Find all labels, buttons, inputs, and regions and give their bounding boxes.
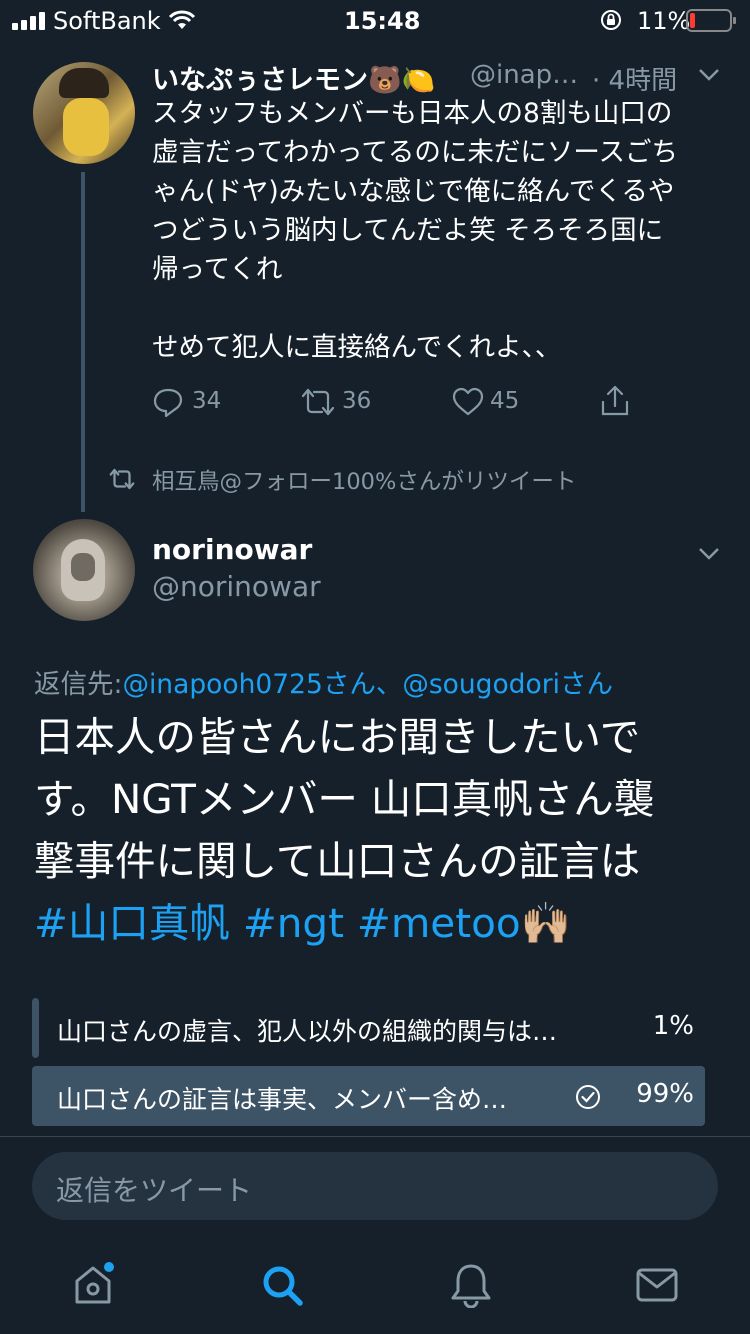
- retweet-icon[interactable]: [300, 386, 336, 418]
- hashtag-link[interactable]: #metoo: [357, 899, 521, 947]
- like-count: 45: [490, 388, 520, 414]
- retweet-count: 36: [342, 388, 372, 414]
- poll-option-percent: 99%: [636, 1079, 694, 1109]
- hashtag-line: #山口真帆 #ngt #metoo🙌🏼: [34, 892, 734, 954]
- thread-line: [81, 172, 85, 512]
- parent-tweet[interactable]: いなぷぅさレモン🐻🍋 @inap… · 4時間 スタッフもメンバーも日本人の8割…: [0, 44, 750, 514]
- hashtag-link[interactable]: #山口真帆: [34, 899, 230, 947]
- clock: 15:48: [344, 7, 421, 35]
- battery-icon: [686, 9, 736, 32]
- wifi-icon: [168, 10, 196, 29]
- hashtag-link[interactable]: #ngt: [243, 899, 344, 947]
- avatar[interactable]: [33, 519, 135, 621]
- display-name[interactable]: norinowar: [152, 533, 312, 566]
- tab-bar: [0, 1240, 750, 1334]
- handle[interactable]: @inap…: [470, 60, 578, 90]
- reply-to-user[interactable]: @inapooh0725さん、: [122, 669, 402, 700]
- tweet-actions: 34 36 45: [152, 384, 732, 424]
- main-text-line: 撃事件に関して山口さんの証言は: [34, 837, 641, 885]
- reply-to-label: 返信先:: [34, 669, 123, 700]
- chevron-down-icon[interactable]: [698, 547, 720, 561]
- reply-placeholder: 返信をツイート: [56, 1174, 253, 1207]
- notifications-icon[interactable]: [449, 1262, 493, 1308]
- reply-icon[interactable]: [152, 386, 184, 418]
- main-text-line: す。NGTメンバー 山口真帆さん襲: [34, 775, 655, 823]
- home-icon[interactable]: [72, 1262, 118, 1308]
- poll-option-label: 山口さんの虚言、犯人以外の組織的関与は…: [57, 1017, 558, 1046]
- messages-icon[interactable]: [636, 1268, 678, 1302]
- avatar-cat-marking: [71, 553, 95, 581]
- reply-to-user[interactable]: @sougodoriさん: [402, 669, 613, 700]
- share-icon[interactable]: [599, 384, 631, 418]
- carrier-name: SoftBank: [53, 7, 161, 35]
- unread-dot: [104, 1262, 114, 1272]
- retweet-small-icon: [109, 468, 135, 490]
- search-icon[interactable]: [261, 1264, 305, 1308]
- display-name[interactable]: いなぷぅさレモン🐻🍋: [152, 58, 435, 97]
- main-tweet-text: 日本人の皆さんにお聞きしたいで す。NGTメンバー 山口真帆さん襲 撃事件に関し…: [34, 706, 734, 954]
- poll-option: 山口さんの虚言、犯人以外の組織的関与は… 1%: [32, 998, 712, 1058]
- main-text-line: 日本人の皆さんにお聞きしたいで: [34, 713, 641, 761]
- orientation-lock-icon: [601, 10, 621, 30]
- reply-input[interactable]: 返信をツイート: [32, 1152, 718, 1220]
- battery-percent: 11%: [637, 7, 691, 35]
- retweet-notice[interactable]: 相互鳥@フォロー100%さんがリツイート: [108, 464, 708, 495]
- check-circle-icon: [576, 1085, 600, 1109]
- avatar-hair: [59, 68, 109, 98]
- like-icon[interactable]: [452, 387, 484, 417]
- poll-option-percent: 1%: [652, 1011, 694, 1041]
- signal-icon: [12, 12, 45, 30]
- raised-hands-emoji: 🙌🏼: [520, 899, 572, 947]
- status-bar: SoftBank 15:48 11%: [0, 0, 750, 40]
- reply-count: 34: [192, 388, 222, 414]
- tweet-text: スタッフもメンバーも日本人の8割も山口の 虚言だってわかってるのに未だにソースご…: [152, 98, 679, 363]
- avatar[interactable]: [33, 62, 135, 164]
- poll-option: 山口さんの証言は事実、メンバー含め… 99%: [32, 1066, 712, 1126]
- divider: [0, 1136, 750, 1137]
- handle[interactable]: @norinowar: [152, 570, 321, 603]
- retweet-notice-text: 相互鳥@フォロー100%さんがリツイート: [152, 469, 577, 495]
- poll-option-label: 山口さんの証言は事実、メンバー含め…: [57, 1085, 508, 1114]
- avatar-figure: [63, 98, 109, 156]
- reply-to-line: 返信先:@inapooh0725さん、@sougodoriさん: [34, 662, 613, 701]
- chevron-down-icon[interactable]: [698, 68, 720, 82]
- poll-result-bar: [32, 998, 39, 1058]
- tweet-time: · 4時間: [592, 66, 678, 96]
